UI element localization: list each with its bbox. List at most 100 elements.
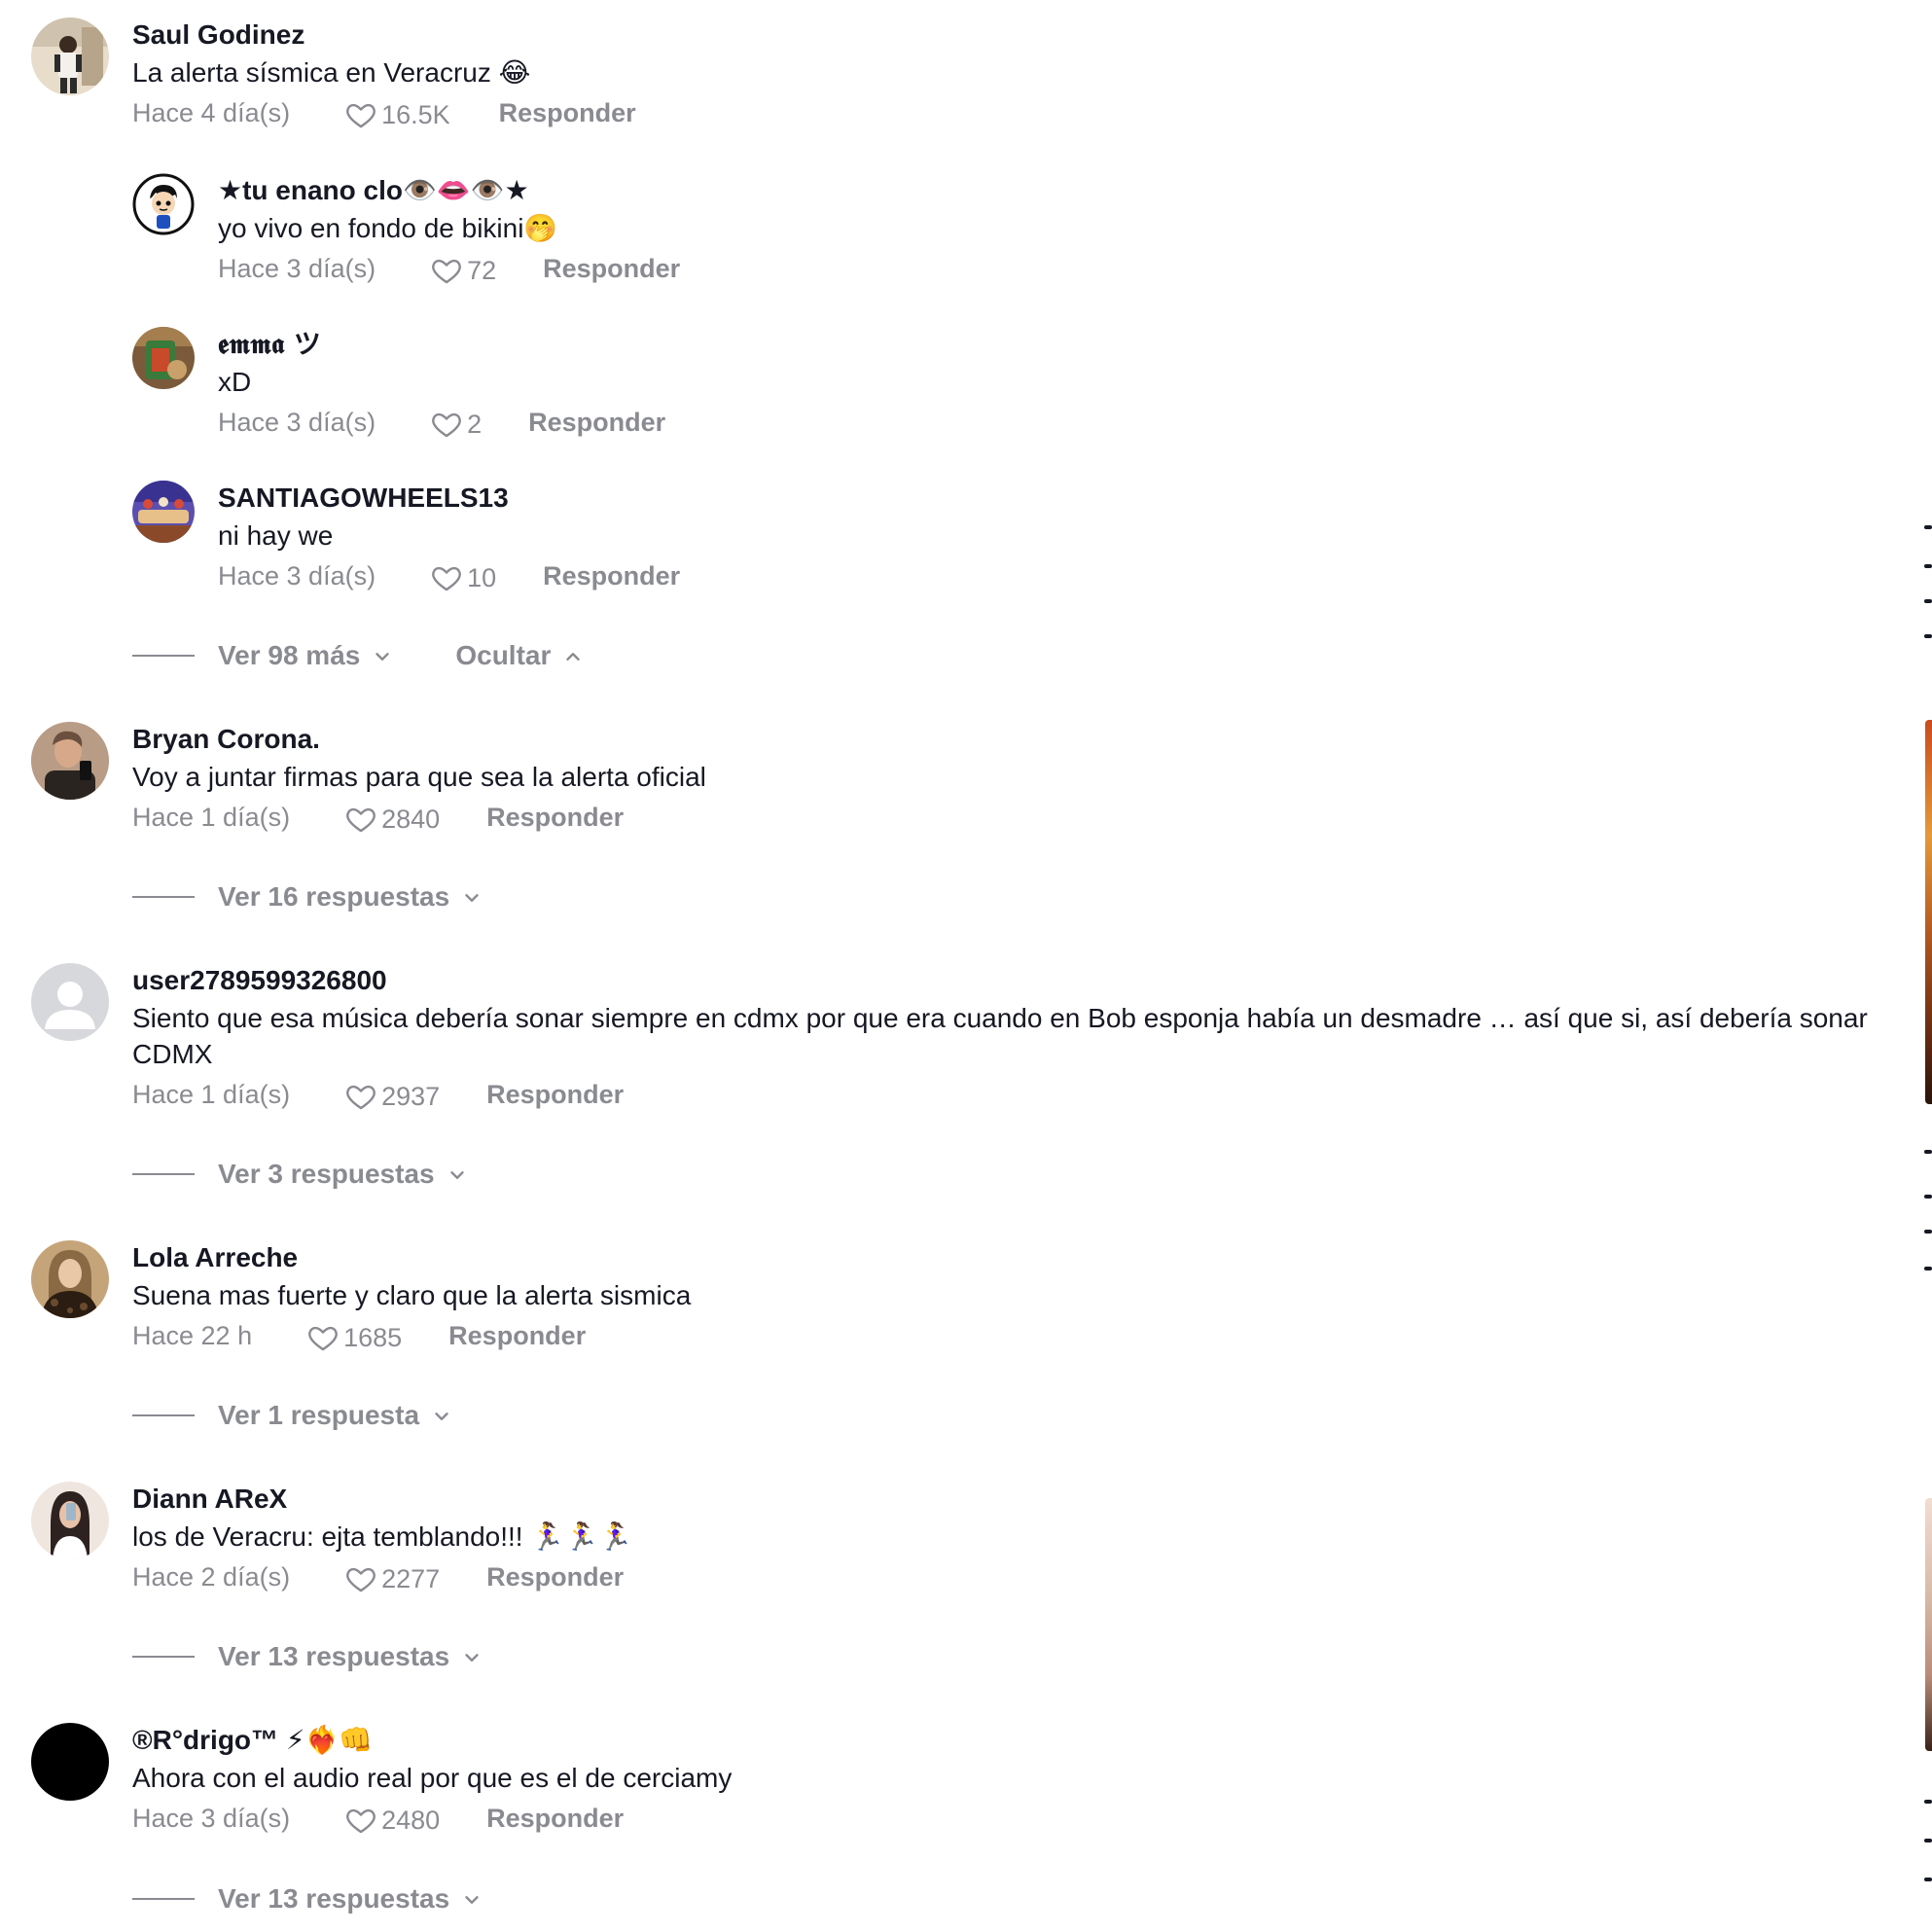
reply-button[interactable]: Responder: [486, 1804, 624, 1834]
heart-outline-icon: [432, 412, 461, 438]
heart-outline-icon: [346, 1085, 376, 1110]
like-button[interactable]: 10: [430, 557, 496, 594]
view-replies-label: Ver 16 respuestas: [218, 881, 450, 912]
divider-line: [132, 1414, 195, 1416]
replies-expander: Ver 3 respuestas: [132, 1155, 468, 1194]
heart-outline-icon: [346, 103, 376, 128]
avatar[interactable]: [31, 722, 109, 800]
comment-username[interactable]: Bryan Corona.: [132, 722, 1921, 757]
reply-button[interactable]: Responder: [499, 98, 636, 128]
comment-username[interactable]: Saul Godinez: [132, 18, 1921, 53]
avatar[interactable]: [31, 1482, 109, 1559]
chevron-down-icon: [465, 894, 479, 902]
view-replies-button[interactable]: Ver 1 respuesta: [218, 1400, 452, 1431]
reply-meta: Hace 3 día(s) 2 Responder: [218, 404, 1921, 441]
like-count: 2480: [381, 1806, 441, 1835]
reply-meta: Hace 3 día(s) 72 Responder: [218, 250, 1921, 287]
reply-text: xD: [218, 367, 252, 397]
reply-username[interactable]: SANTIAGOWHEELS13: [218, 481, 1921, 516]
comment-text: Suena mas fuerte y claro que la alerta s…: [132, 1280, 692, 1310]
edge-mark: [1924, 1839, 1932, 1843]
like-button[interactable]: 72: [430, 250, 496, 287]
avatar-image: [31, 722, 109, 800]
avatar-image: [132, 173, 195, 235]
like-button[interactable]: 2937: [344, 1076, 440, 1113]
edge-mark: [1924, 564, 1932, 568]
comment-text: los de Veracru: ejta temblando!!! 🏃‍♀️🏃‍…: [132, 1521, 632, 1552]
like-button[interactable]: 1685: [306, 1317, 402, 1354]
view-replies-button[interactable]: Ver 16 respuestas: [218, 881, 483, 912]
reply-body: ★tu enano clo👁️👄👁️★ yo vivo en fondo de …: [218, 173, 1921, 287]
reply-username[interactable]: 𝖊𝖒𝖒𝖆 ツ: [218, 327, 1921, 362]
comment-username[interactable]: ®R°drigo™ ⚡❤️‍🔥👊: [132, 1723, 1921, 1758]
avatar-image: [31, 1723, 109, 1801]
avatar-image: [132, 481, 195, 543]
chevron-down-icon: [435, 1413, 448, 1420]
divider-line: [132, 1173, 195, 1175]
reply-time: Hace 3 día(s): [218, 560, 376, 590]
heart-outline-icon: [346, 807, 376, 833]
avatar[interactable]: [132, 481, 195, 543]
view-replies-label: Ver 13 respuestas: [218, 1641, 450, 1671]
edge-mark: [1924, 634, 1932, 638]
comment-meta: Hace 22 h 1685 Responder: [132, 1317, 1921, 1354]
view-replies-button[interactable]: Ver 3 respuestas: [218, 1159, 468, 1190]
default-avatar-icon: [31, 963, 109, 1041]
reply-button[interactable]: Responder: [543, 254, 680, 284]
heart-outline-icon: [432, 566, 461, 591]
reply-button[interactable]: Responder: [486, 803, 624, 833]
view-replies-button[interactable]: Ver 13 respuestas: [218, 1641, 483, 1672]
comment-username[interactable]: user2789599326800: [132, 963, 1921, 998]
reply-button[interactable]: Responder: [528, 408, 665, 438]
reply-text: yo vivo en fondo de bikini🤭: [218, 213, 558, 243]
comment-meta: Hace 1 día(s) 2937 Responder: [132, 1076, 1921, 1113]
chevron-down-icon: [376, 653, 390, 661]
edge-mark: [1924, 1150, 1932, 1154]
video-thumbnail-edge[interactable]: [1925, 1498, 1932, 1751]
reply-button[interactable]: Responder: [448, 1321, 586, 1351]
reply-time: Hace 3 día(s): [218, 407, 376, 437]
divider-line: [132, 896, 195, 898]
replies-expander: Ver 1 respuesta: [132, 1396, 452, 1435]
comment-username[interactable]: Diann AReX: [132, 1482, 1921, 1517]
comment-time: Hace 4 día(s): [132, 97, 291, 127]
like-button[interactable]: 2480: [344, 1800, 440, 1837]
avatar-image: [31, 1482, 109, 1559]
like-button[interactable]: 2: [430, 404, 482, 441]
avatar[interactable]: [132, 327, 195, 389]
reply-text: ni hay we: [218, 520, 334, 551]
comment-time: Hace 1 día(s): [132, 1079, 291, 1109]
heart-outline-icon: [432, 259, 461, 284]
avatar-image: [31, 18, 109, 95]
hide-replies-button[interactable]: Ocultar: [455, 640, 584, 671]
view-more-replies-button[interactable]: Ver 98 más: [218, 640, 393, 671]
avatar[interactable]: [31, 1723, 109, 1801]
heart-outline-icon: [346, 1808, 376, 1834]
avatar-image: [132, 327, 195, 389]
view-more-label: Ver 98 más: [218, 640, 361, 670]
comment-username[interactable]: Lola Arreche: [132, 1240, 1921, 1275]
comments-feed: Saul Godinez La alerta sísmica en Veracr…: [0, 0, 1921, 1932]
chevron-down-icon: [465, 1896, 479, 1904]
comment-time: Hace 1 día(s): [132, 802, 291, 832]
like-count: 2937: [381, 1082, 441, 1111]
like-count: 2840: [381, 805, 441, 834]
chevron-down-icon: [449, 1171, 464, 1179]
avatar[interactable]: [31, 18, 109, 95]
reply-button[interactable]: Responder: [486, 1080, 624, 1110]
video-thumbnail-edge[interactable]: [1925, 720, 1932, 1104]
replies-expander: Ver 16 respuestas: [132, 877, 483, 916]
reply-button[interactable]: Responder: [486, 1562, 624, 1592]
like-button[interactable]: 2277: [344, 1558, 440, 1595]
avatar[interactable]: [31, 963, 109, 1041]
view-replies-button[interactable]: Ver 13 respuestas: [218, 1883, 483, 1914]
reply-username[interactable]: ★tu enano clo👁️👄👁️★: [218, 173, 1921, 208]
like-button[interactable]: 2840: [344, 799, 440, 836]
avatar[interactable]: [31, 1240, 109, 1318]
comment-body: Saul Godinez La alerta sísmica en Veracr…: [132, 18, 1921, 131]
like-button[interactable]: 16.5K: [344, 94, 450, 131]
avatar[interactable]: [132, 173, 195, 235]
comment-text: Siento que esa música debería sonar siem…: [132, 1003, 1868, 1069]
heart-outline-icon: [346, 1567, 376, 1592]
reply-button[interactable]: Responder: [543, 561, 680, 591]
